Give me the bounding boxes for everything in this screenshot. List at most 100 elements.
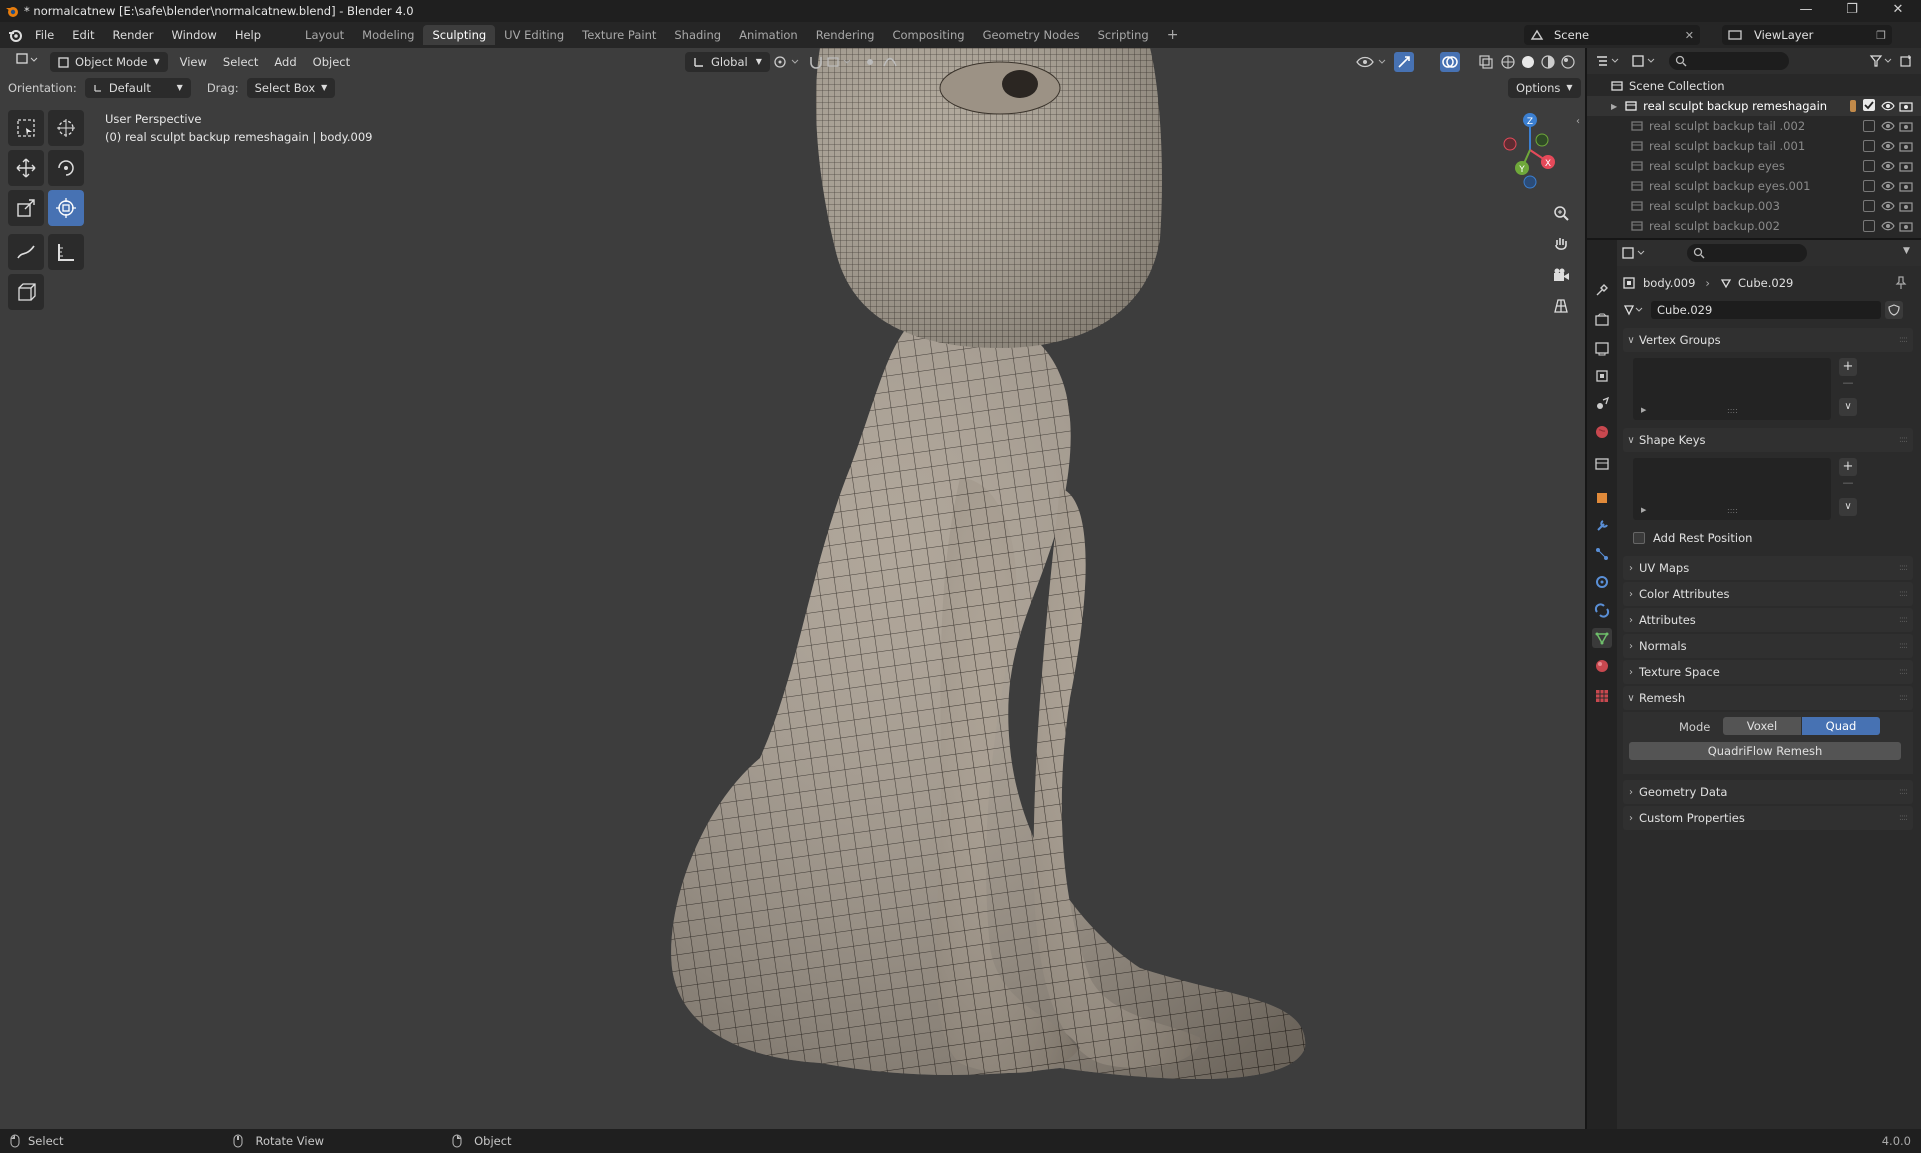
expand-filter-icon[interactable]: ▶ — [1641, 406, 1646, 414]
editor-type-icon[interactable] — [8, 52, 46, 72]
vertex-group-specials-button[interactable]: ∨ — [1839, 398, 1857, 416]
tool-tab-icon[interactable] — [1592, 280, 1612, 300]
new-view-layer-icon[interactable]: ❐ — [1876, 29, 1886, 42]
view-layer-tab-icon[interactable] — [1592, 366, 1612, 386]
render-camera-icon[interactable] — [1899, 180, 1913, 192]
outliner-item[interactable]: real sculpt backup tail .001 — [1587, 136, 1921, 156]
normals-panel-header[interactable]: › Normals:::: — [1623, 634, 1913, 658]
scale-tool[interactable] — [8, 190, 44, 226]
wireframe-shading-icon[interactable] — [1500, 54, 1516, 70]
view-layer-selector[interactable]: ViewLayer ❐ — [1722, 25, 1892, 45]
add-workspace-button[interactable]: + — [1158, 24, 1188, 46]
new-collection-icon[interactable] — [1899, 54, 1913, 68]
remesh-panel-header[interactable]: ∨ Remesh:::: — [1623, 686, 1913, 710]
tab-uv-editing[interactable]: UV Editing — [495, 25, 573, 45]
scene-selector[interactable]: Scene ✕ — [1524, 25, 1700, 45]
render-tab-icon[interactable] — [1592, 310, 1612, 330]
add-rest-position-row[interactable]: Add Rest Position — [1633, 530, 1752, 546]
view-menu[interactable]: View — [172, 52, 215, 72]
restore-icon[interactable]: ❐ — [1829, 0, 1875, 22]
geometry-data-panel-header[interactable]: › Geometry Data:::: — [1623, 780, 1913, 804]
object-menu[interactable]: Object — [305, 52, 358, 72]
texture-tab-icon[interactable] — [1592, 686, 1612, 706]
mesh-browse-icon[interactable] — [1623, 303, 1645, 317]
shape-keys-panel-header[interactable]: ∨ Shape Keys :::: — [1623, 428, 1913, 452]
render-camera-icon[interactable] — [1899, 200, 1913, 212]
expand-filter-icon[interactable]: ▶ — [1641, 506, 1646, 514]
render-camera-icon[interactable] — [1899, 140, 1913, 152]
mesh-data-tab-icon[interactable] — [1592, 628, 1612, 648]
outliner-item[interactable]: real sculpt backup.003 — [1587, 196, 1921, 216]
remove-shape-key-button[interactable]: — — [1839, 476, 1857, 492]
eye-icon[interactable] — [1881, 220, 1895, 232]
eye-icon[interactable] — [1881, 160, 1895, 172]
remesh-voxel-button[interactable]: Voxel — [1723, 717, 1801, 735]
output-tab-icon[interactable] — [1592, 338, 1612, 358]
tab-compositing[interactable]: Compositing — [883, 25, 973, 45]
menu-window[interactable]: Window — [162, 28, 225, 42]
annotate-tool[interactable] — [8, 234, 44, 270]
outliner-item[interactable]: real sculpt backup eyes — [1587, 156, 1921, 176]
object-tab-icon[interactable] — [1592, 488, 1612, 508]
gizmo-toggle-icon[interactable] — [1394, 52, 1414, 72]
add-vertex-group-button[interactable]: + — [1839, 358, 1857, 376]
texture-space-panel-header[interactable]: › Texture Space:::: — [1623, 660, 1913, 684]
close-icon[interactable]: ✕ — [1685, 29, 1694, 42]
outliner-item[interactable]: real sculpt backup tail .002 — [1587, 116, 1921, 136]
transform-tool[interactable] — [48, 190, 84, 226]
remove-vertex-group-button[interactable]: — — [1839, 376, 1857, 392]
quadriflow-remesh-button[interactable]: QuadriFlow Remesh — [1629, 742, 1901, 760]
color-attributes-panel-header[interactable]: › Color Attributes:::: — [1623, 582, 1913, 606]
snap-icon[interactable] — [808, 54, 854, 70]
tab-layout[interactable]: Layout — [296, 25, 353, 45]
exclude-checkbox[interactable] — [1863, 220, 1875, 232]
select-menu[interactable]: Select — [215, 52, 266, 72]
add-rest-position-checkbox[interactable] — [1633, 532, 1645, 544]
drag-handle-icon[interactable]: :::: — [1899, 435, 1908, 445]
world-tab-icon[interactable] — [1592, 422, 1612, 442]
tab-rendering[interactable]: Rendering — [807, 25, 884, 45]
xray-toggle-icon[interactable] — [1478, 54, 1494, 70]
render-camera-icon[interactable] — [1899, 120, 1913, 132]
pivot-point-icon[interactable] — [772, 54, 802, 70]
tab-animation[interactable]: Animation — [730, 25, 807, 45]
material-shading-icon[interactable] — [1540, 54, 1556, 70]
overlays-toggle-icon[interactable] — [1440, 52, 1460, 72]
drag-handle-icon[interactable]: :::: — [1899, 615, 1908, 625]
rotate-tool[interactable] — [48, 150, 84, 186]
resize-grip-icon[interactable]: :::: — [1727, 506, 1738, 515]
add-shape-key-button[interactable]: + — [1839, 458, 1857, 476]
eye-icon[interactable] — [1881, 120, 1895, 132]
close-icon[interactable]: ✕ — [1875, 0, 1921, 22]
filter-icon[interactable] — [1869, 54, 1895, 68]
particles-tab-icon[interactable] — [1592, 544, 1612, 564]
eye-icon[interactable] — [1881, 100, 1895, 112]
exclude-checkbox[interactable] — [1863, 180, 1875, 192]
render-camera-icon[interactable] — [1899, 160, 1913, 172]
eye-icon[interactable] — [1881, 180, 1895, 192]
drag-setting-dropdown[interactable]: Select Box ▼ — [246, 78, 336, 98]
eye-icon[interactable] — [1881, 140, 1895, 152]
drag-handle-icon[interactable]: :::: — [1899, 813, 1908, 823]
properties-search-input[interactable] — [1687, 244, 1807, 262]
menu-file[interactable]: File — [26, 28, 63, 42]
menu-edit[interactable]: Edit — [63, 28, 103, 42]
options-dropdown[interactable]: Options ▼ — [1508, 78, 1581, 98]
chevron-down-icon[interactable]: ▼ — [1903, 246, 1910, 256]
remesh-quad-button[interactable]: Quad — [1802, 717, 1880, 735]
expand-arrow-icon[interactable]: ▶ — [1611, 102, 1617, 111]
drag-handle-icon[interactable]: :::: — [1899, 787, 1908, 797]
modifier-tab-icon[interactable] — [1592, 516, 1612, 536]
tab-texture-paint[interactable]: Texture Paint — [573, 25, 665, 45]
blender-menu-icon[interactable] — [8, 28, 26, 42]
mesh-name-field[interactable]: Cube.029 — [1651, 301, 1881, 319]
add-cube-tool[interactable] — [8, 274, 44, 310]
minimize-icon[interactable]: — — [1783, 0, 1829, 22]
eye-icon[interactable] — [1881, 200, 1895, 212]
cursor-tool[interactable] — [48, 110, 84, 146]
pin-icon[interactable] — [1895, 276, 1907, 290]
orientation-setting-dropdown[interactable]: Default ▼ — [84, 78, 191, 98]
fake-user-shield-icon[interactable] — [1885, 301, 1903, 319]
select-box-tool[interactable] — [8, 110, 44, 146]
exclude-checkbox[interactable] — [1863, 200, 1875, 212]
